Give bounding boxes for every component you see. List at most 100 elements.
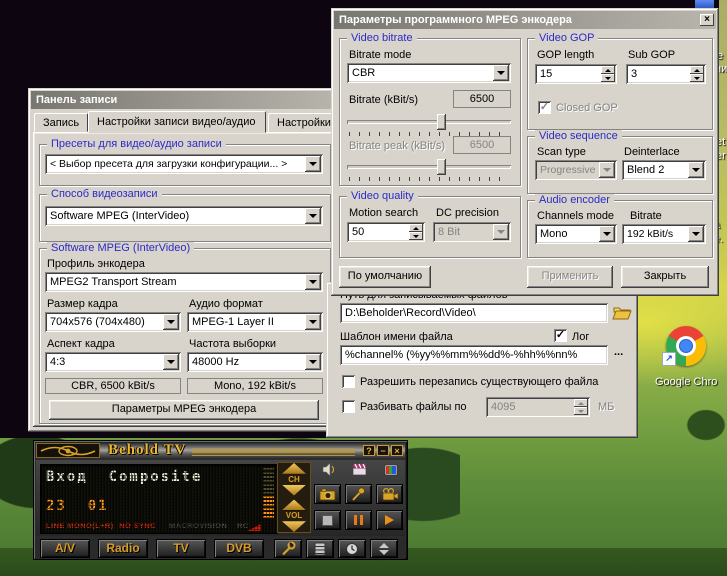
compact-mode-button[interactable] — [370, 539, 398, 558]
audio-format-combobox[interactable]: MPEG-1 Layer II — [187, 312, 323, 332]
template-edit[interactable]: %channel% (%yy%%mm%%dd%-%hh%%nn% — [340, 345, 608, 365]
close-icon[interactable]: × — [700, 14, 714, 26]
overwrite-checkbox[interactable] — [342, 375, 355, 388]
sample-rate-combobox[interactable]: 48000 Hz — [187, 352, 323, 372]
chevron-down-icon[interactable] — [305, 354, 321, 370]
settings-button[interactable] — [274, 539, 302, 558]
aspect-value: 4:3 — [50, 356, 65, 368]
tab-video-audio-settings[interactable]: Настройки записи видео/аудио — [88, 111, 266, 133]
chevron-down-icon[interactable] — [163, 354, 179, 370]
chevron-down-icon[interactable] — [305, 274, 321, 290]
deinterlace-value: Blend 2 — [627, 164, 664, 176]
chevron-down-icon[interactable] — [493, 224, 509, 240]
chevron-down-icon[interactable] — [305, 156, 321, 172]
spin-up-icon[interactable] — [574, 399, 588, 407]
av-mode-button[interactable]: A/V — [40, 539, 90, 558]
split-size-spinner[interactable]: 4095 — [486, 397, 590, 417]
chevron-down-icon[interactable] — [163, 314, 179, 330]
log-checkbox-label: Лог — [572, 331, 589, 344]
radio-mode-button[interactable]: Radio — [98, 539, 148, 558]
scan-type-combobox[interactable]: Progressive — [535, 160, 617, 180]
close-button[interactable]: Закрыть — [621, 266, 709, 288]
spin-up-icon[interactable] — [409, 224, 423, 232]
chevron-down-icon[interactable] — [305, 208, 321, 224]
channels-mode-combobox[interactable]: Mono — [535, 224, 617, 244]
default-button[interactable]: По умолчанию — [339, 266, 431, 288]
frame-size-combobox[interactable]: 704x576 (704x480) — [45, 312, 181, 332]
tv-titlebar[interactable]: Behold TV ? − × — [36, 442, 405, 459]
audio-bitrate-combobox[interactable]: 192 kBit/s — [622, 224, 706, 244]
mpeg-encoder-params-button[interactable]: Параметры MPEG энкодера — [49, 400, 319, 420]
audio-record-button[interactable] — [345, 484, 372, 504]
deinterlace-combobox[interactable]: Blend 2 — [622, 160, 706, 180]
speaker-icon[interactable] — [322, 463, 336, 479]
play-button[interactable] — [376, 510, 403, 530]
spin-down-icon[interactable] — [601, 74, 615, 82]
scan-type-value: Progressive — [540, 164, 595, 176]
tab-record[interactable]: Запись — [34, 113, 88, 132]
spin-down-icon[interactable] — [409, 232, 423, 240]
chrome-icon-label[interactable]: Google Chro — [655, 376, 727, 388]
motion-search-spinner[interactable]: 50 — [347, 222, 425, 242]
help-icon[interactable]: ? — [363, 445, 375, 456]
slider-ticks — [349, 177, 509, 181]
channel-down-button[interactable] — [282, 485, 306, 496]
browse-button[interactable]: ... — [614, 346, 623, 359]
record-files-window: Путь для записываемых файлов D:\Beholder… — [326, 282, 638, 438]
preset-combobox[interactable]: < Выбор пресета для загрузки конфигураци… — [45, 154, 323, 174]
close-icon[interactable]: × — [391, 445, 403, 456]
tv-mode-button[interactable]: TV — [156, 539, 206, 558]
spin-up-icon[interactable] — [601, 66, 615, 74]
profile-label: Профиль энкодера — [47, 258, 145, 271]
tab-settings[interactable]: Настройки — [268, 113, 338, 132]
chevron-down-icon[interactable] — [599, 162, 615, 178]
bitrate-slider[interactable] — [347, 112, 511, 136]
split-files-checkbox-label: Разбивать файлы по — [360, 401, 467, 414]
sub-gop-spinner[interactable]: 3 — [626, 64, 706, 84]
split-files-checkbox[interactable] — [342, 400, 355, 413]
spin-down-icon[interactable] — [574, 407, 588, 415]
video-files-button[interactable] — [306, 539, 334, 558]
aspect-combobox[interactable]: 4:3 — [45, 352, 181, 372]
chevron-down-icon[interactable] — [688, 226, 704, 242]
record-panel-titlebar[interactable]: Панель записи — [31, 91, 337, 109]
chevron-down-icon[interactable] — [493, 65, 509, 81]
bitrate-peak-slider[interactable] — [347, 157, 511, 181]
signal-wedge-icon — [247, 524, 261, 531]
volume-up-button[interactable] — [282, 500, 306, 511]
pause-button[interactable] — [345, 510, 372, 530]
log-checkbox[interactable]: ✓ — [554, 329, 567, 342]
spin-up-icon[interactable] — [690, 66, 704, 74]
profile-combobox[interactable]: MPEG2 Transport Stream — [45, 272, 323, 292]
clapperboard-icon[interactable] — [352, 463, 367, 479]
video-gop-title: Video GOP — [535, 32, 598, 45]
gop-length-spinner[interactable]: 15 — [535, 64, 617, 84]
snapshot-button[interactable] — [314, 484, 341, 504]
encoder-titlebar[interactable]: Параметры программного MPEG энкодера — [334, 11, 716, 29]
chevron-down-icon[interactable] — [599, 226, 615, 242]
path-edit[interactable]: D:\Beholder\Record\Video\ — [340, 303, 608, 323]
slider-thumb[interactable] — [437, 114, 446, 130]
slider-thumb[interactable] — [437, 159, 446, 175]
scheduler-button[interactable] — [338, 539, 366, 558]
dvb-mode-button[interactable]: DVB — [214, 539, 264, 558]
audio-format-label: Аудио формат — [189, 298, 263, 311]
channel-up-button[interactable] — [282, 463, 306, 474]
volume-down-button[interactable] — [282, 521, 306, 532]
stop-button[interactable] — [314, 510, 341, 530]
bitrate-mode-combobox[interactable]: CBR — [347, 63, 511, 83]
folder-open-icon[interactable] — [612, 304, 632, 324]
chevron-down-icon[interactable] — [688, 162, 704, 178]
closed-gop-checkbox[interactable]: ✓ — [538, 101, 551, 114]
dc-precision-combobox[interactable]: 8 Bit — [433, 222, 511, 242]
spin-down-icon[interactable] — [690, 74, 704, 82]
chevron-down-icon[interactable] — [305, 314, 321, 330]
video-record-button[interactable] — [376, 484, 403, 504]
channels-mode-label: Channels mode — [537, 210, 614, 223]
audio-bitrate-value: 192 kBit/s — [627, 228, 673, 240]
minimize-icon[interactable]: − — [377, 445, 389, 456]
tv-colors-icon[interactable] — [384, 464, 398, 479]
record-method-combobox[interactable]: Software MPEG (InterVideo) — [45, 206, 323, 226]
video-quality-title: Video quality — [347, 190, 418, 203]
apply-button[interactable]: Применить — [527, 266, 613, 288]
